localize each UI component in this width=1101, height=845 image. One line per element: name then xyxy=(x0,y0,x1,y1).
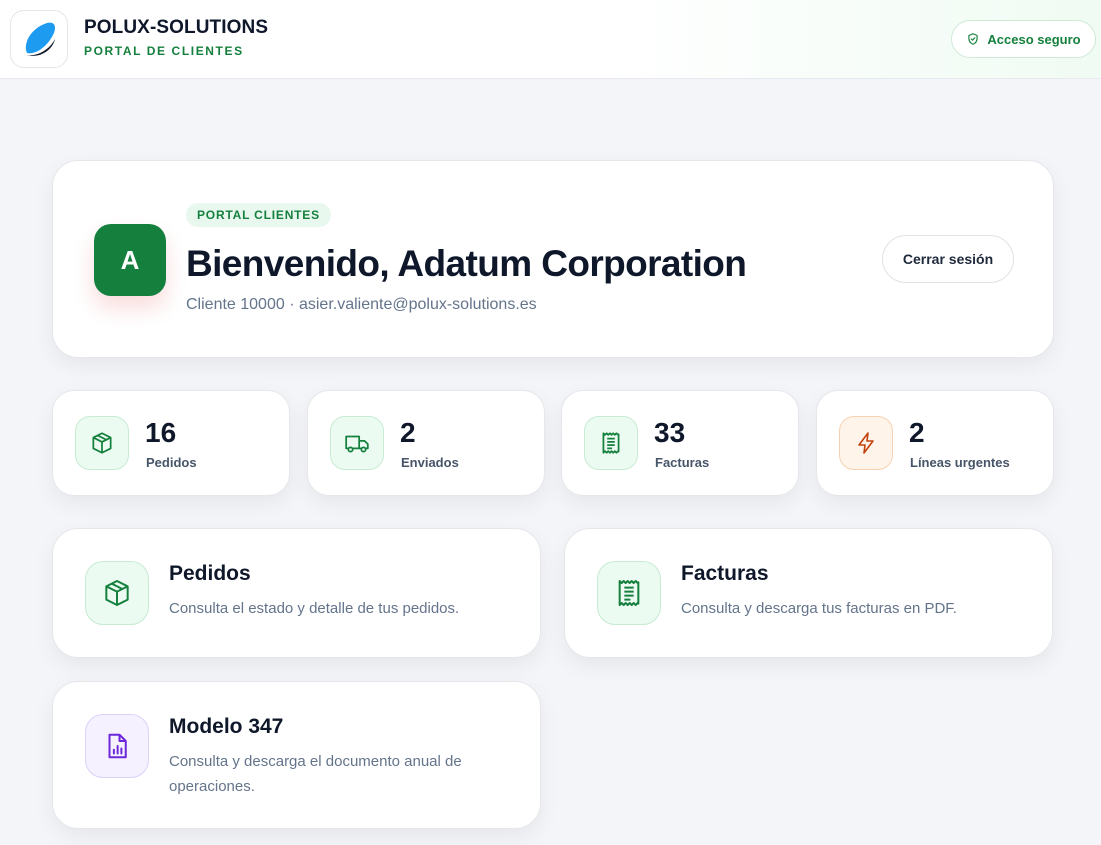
stat-card-enviados: 2 Enviados xyxy=(307,390,545,496)
feature-description: Consulta el estado y detalle de tus pedi… xyxy=(169,600,460,617)
box-icon xyxy=(85,561,149,625)
secure-access-badge[interactable]: Acceso seguro xyxy=(951,20,1096,58)
company-logo[interactable] xyxy=(10,10,68,68)
truck-icon xyxy=(330,416,384,470)
stat-value: 2 xyxy=(400,417,416,448)
report-document-icon xyxy=(85,714,149,778)
avatar: A xyxy=(94,224,166,296)
stat-value: 16 xyxy=(145,417,177,448)
feature-card-facturas[interactable]: Facturas Consulta y descarga tus factura… xyxy=(564,528,1053,658)
feature-title: Facturas xyxy=(681,562,769,585)
feature-description: Consulta y descarga el documento anual d… xyxy=(169,753,462,795)
stat-label: Líneas urgentes xyxy=(910,455,1010,470)
stat-value: 2 xyxy=(909,417,925,448)
secure-access-label: Acceso seguro xyxy=(987,31,1081,47)
feature-description: Consulta y descarga tus facturas en PDF. xyxy=(681,600,957,617)
shield-check-icon xyxy=(968,33,979,45)
receipt-icon xyxy=(597,561,661,625)
client-info: Cliente 10000 · asier.valiente@polux-sol… xyxy=(186,296,537,313)
logout-button[interactable]: Cerrar sesión xyxy=(882,235,1014,283)
stat-label: Pedidos xyxy=(146,455,197,470)
stat-value: 33 xyxy=(654,417,686,448)
feature-title: Pedidos xyxy=(169,562,251,585)
stat-card-urgentes: 2 Líneas urgentes xyxy=(816,390,1054,496)
feature-card-pedidos[interactable]: Pedidos Consulta el estado y detalle de … xyxy=(52,528,541,658)
brand-name: POLUX-SOLUTIONS xyxy=(84,17,269,38)
stat-label: Facturas xyxy=(655,455,710,470)
top-bar: POLUX-SOLUTIONS PORTAL DE CLIENTES Acces… xyxy=(0,0,1101,79)
portal-badge: PORTAL CLIENTES xyxy=(186,203,331,227)
stat-card-facturas: 33 Facturas xyxy=(561,390,799,496)
welcome-card: A PORTAL CLIENTES Bienvenido, Adatum Cor… xyxy=(52,160,1054,358)
brand-subtitle: PORTAL DE CLIENTES xyxy=(84,44,244,58)
stat-card-pedidos: 16 Pedidos xyxy=(52,390,290,496)
lightning-icon xyxy=(839,416,893,470)
feature-title: Modelo 347 xyxy=(169,715,284,738)
stat-label: Enviados xyxy=(401,455,459,470)
page-title: Bienvenido, Adatum Corporation xyxy=(186,243,747,284)
box-icon xyxy=(75,416,129,470)
logo-icon xyxy=(25,22,55,56)
receipt-icon xyxy=(584,416,638,470)
feature-card-modelo-347[interactable]: Modelo 347 Consulta y descarga el docume… xyxy=(52,681,541,829)
